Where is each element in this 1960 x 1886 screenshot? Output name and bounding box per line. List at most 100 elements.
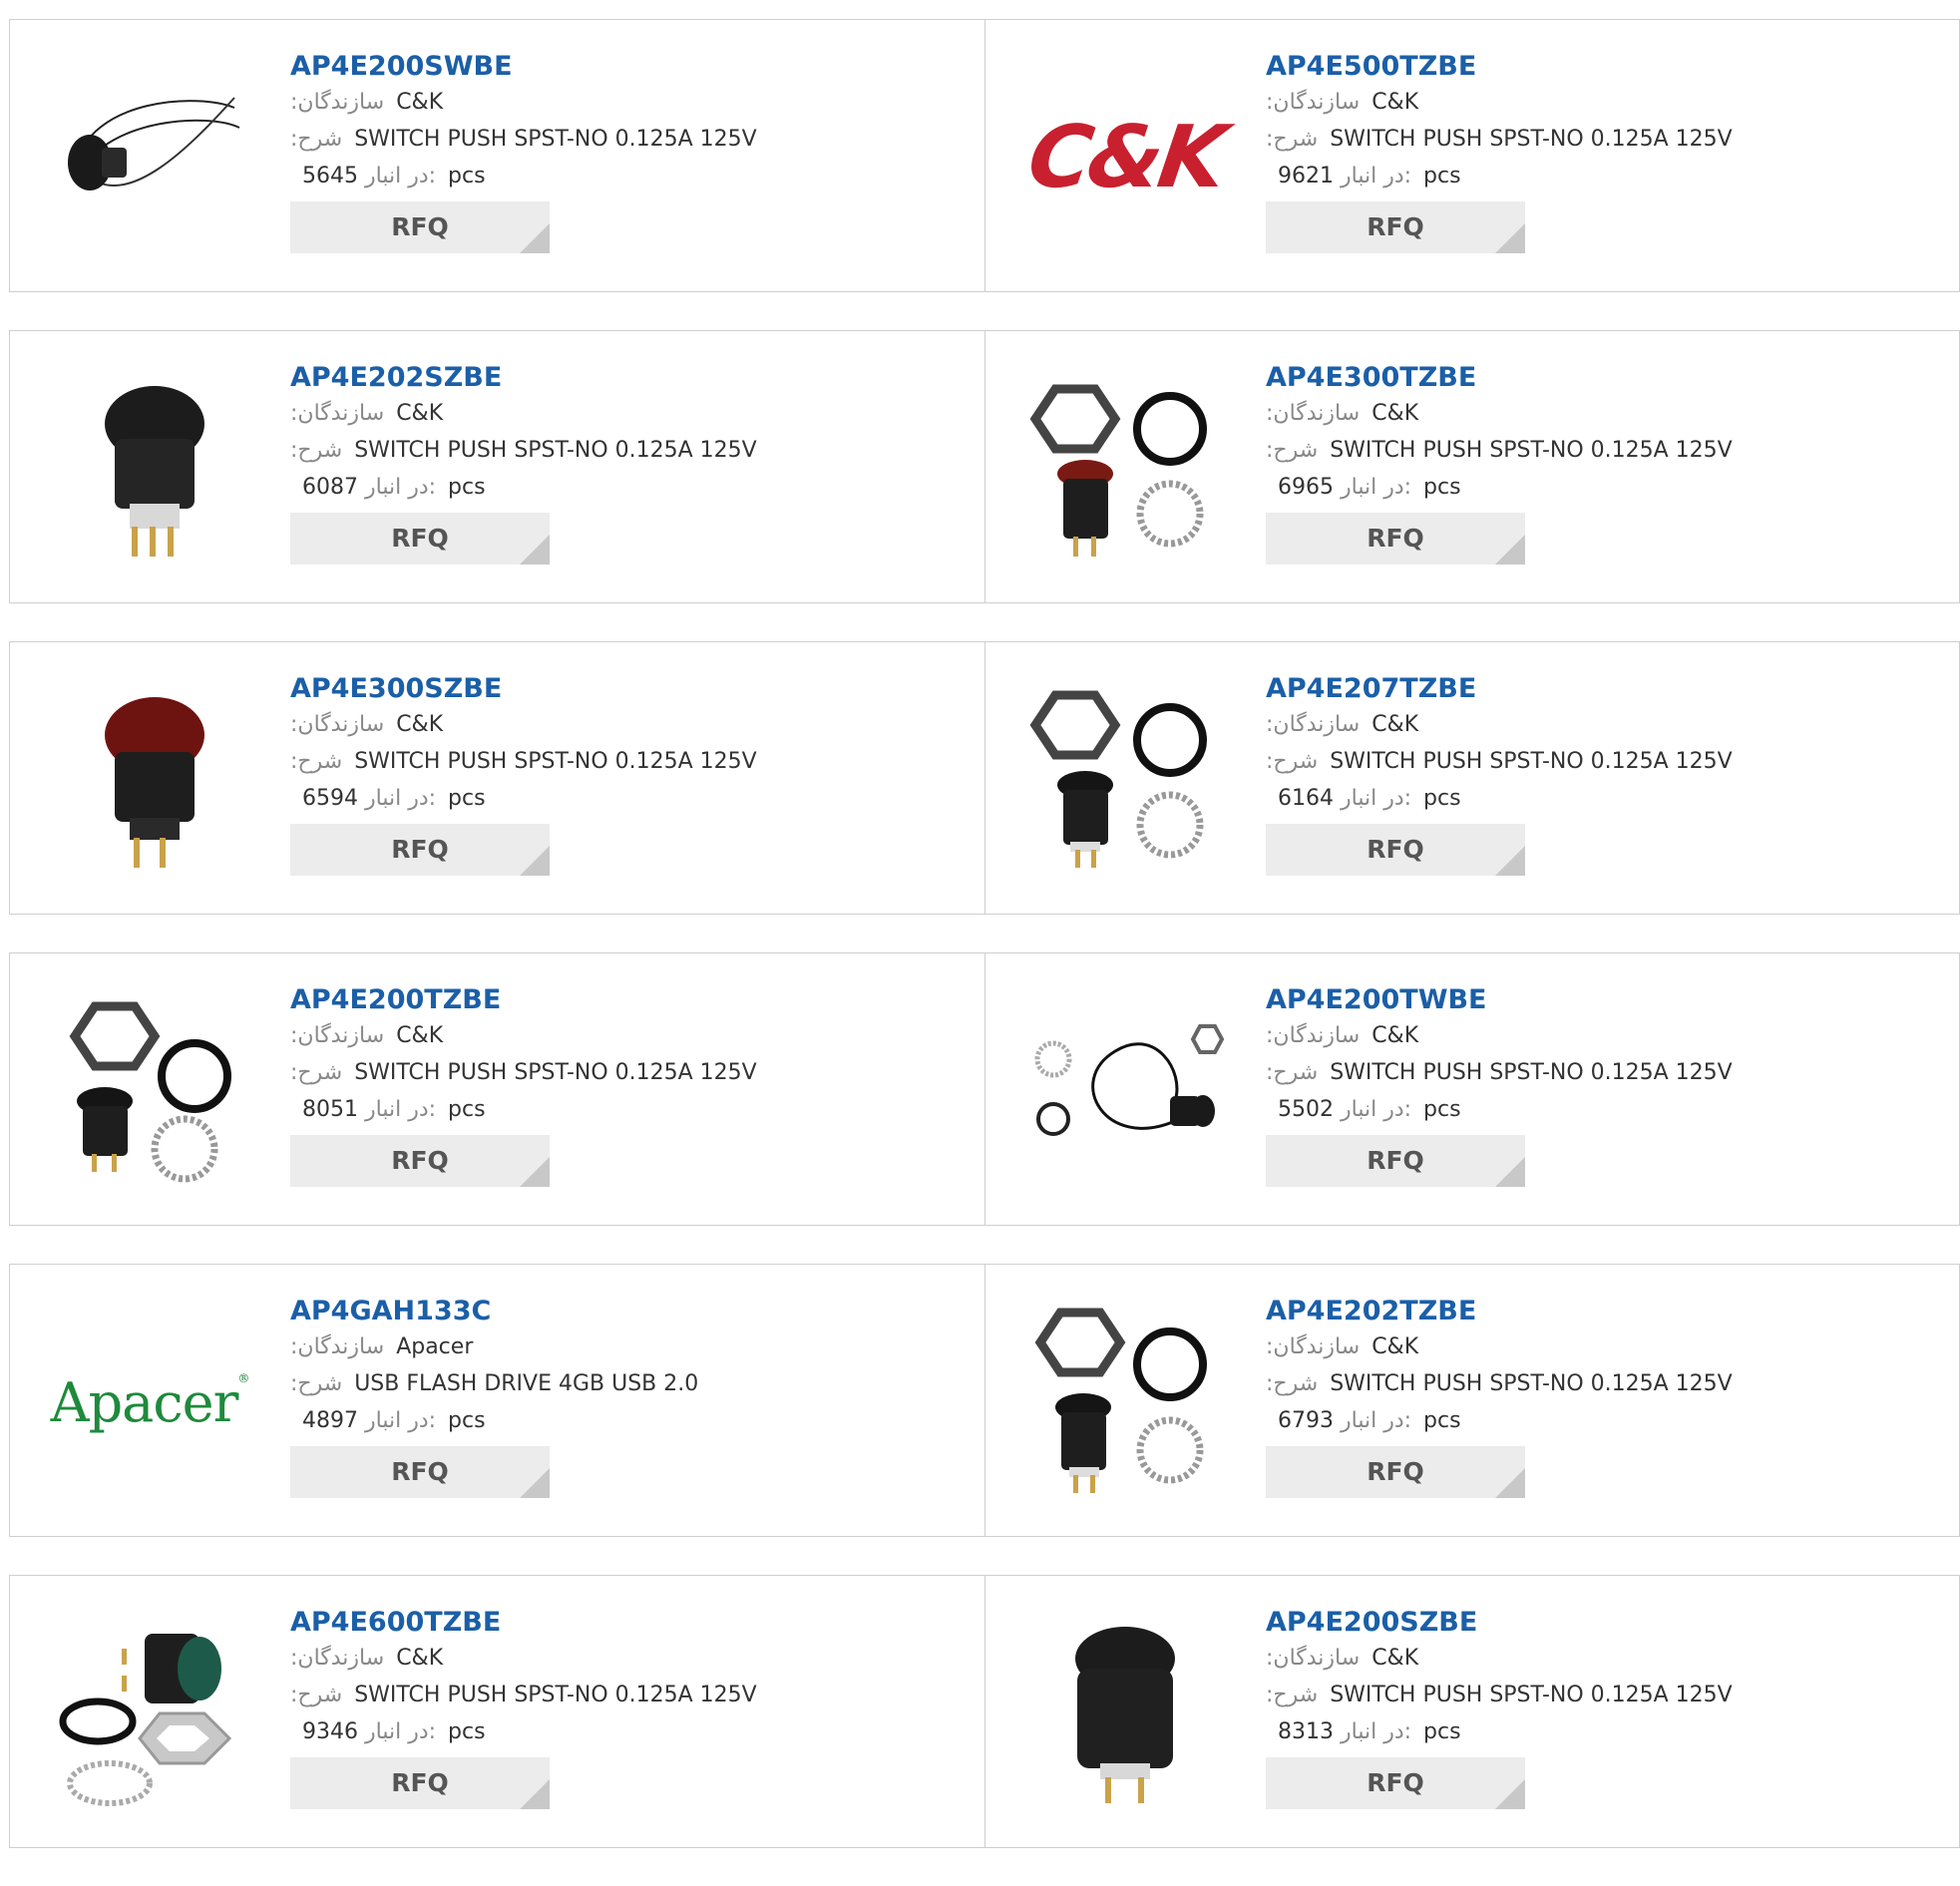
manufacturer-label: :سازندگان [1266,1023,1361,1048]
ck-logo-image[interactable]: C&K [1022,58,1229,257]
stock-line: 6965 در انبار: pcs [1266,469,1914,506]
cable-switch-image[interactable] [50,58,249,257]
rfq-button[interactable]: RFQ [1266,824,1525,876]
rfq-button[interactable]: RFQ [290,513,550,565]
stock-line: 5502 در انبار: pcs [1266,1091,1914,1128]
rfq-button[interactable]: RFQ [290,824,550,876]
stock-value: 6793 [1278,1408,1334,1433]
stock-label: در انبار: [1341,1408,1412,1433]
rfq-label: RFQ [1367,1768,1424,1797]
description-label: :شرح [290,749,343,774]
manufacturer-value: C&K [1372,1334,1419,1359]
manufacturer-line: :سازندگان C&K [1266,706,1914,743]
stock-value: 5502 [1278,1097,1334,1122]
manufacturer-line: :سازندگان C&K [290,706,939,743]
stock-label: در انبار: [365,475,437,500]
manufacturer-label: :سازندگان [1266,1646,1361,1671]
product-card: AP4E202SZBE :سازندگان C&K :شرح SWITCH PUSH… [10,331,984,602]
stock-line: 4897 در انبار: pcs [290,1402,939,1439]
manufacturer-line: :سازندگان C&K [290,1017,939,1054]
stock-unit: pcs [448,1097,486,1122]
rfq-button[interactable]: RFQ [290,201,550,253]
rfq-button[interactable]: RFQ [290,1135,550,1187]
product-name-link[interactable]: AP4E200SZBE [1266,1606,1914,1640]
corner-decoration [520,535,550,565]
rfq-label: RFQ [1367,835,1424,864]
product-name-link[interactable]: AP4E202SZBE [290,361,939,395]
stock-unit: pcs [1423,1719,1461,1744]
stock-value: 6164 [1278,786,1334,811]
rfq-button[interactable]: RFQ [290,1757,550,1809]
stock-line: 6594 در انبار: pcs [290,780,939,817]
description-line: :شرح SWITCH PUSH SPST-NO 0.125A 125V [1266,121,1914,158]
stock-line: 6793 در انبار: pcs [1266,1402,1914,1439]
product-name-link[interactable]: AP4E500TZBE [1266,50,1914,84]
black-switch-kit-image[interactable] [50,991,249,1191]
rfq-label: RFQ [1367,1457,1424,1486]
description-value: SWITCH PUSH SPST-NO 0.125A 125V [1330,1683,1733,1707]
product-info: AP4E200SWBE :سازندگان C&K :شرح SWITCH PUSH… [290,50,939,253]
product-name-link[interactable]: AP4E600TZBE [290,1606,939,1640]
rfq-button[interactable]: RFQ [1266,1135,1525,1187]
manufacturer-value: C&K [1372,712,1419,737]
stock-label: در انبار: [1341,475,1412,500]
manufacturer-line: :سازندگان C&K [1266,1328,1914,1365]
rfq-button[interactable]: RFQ [1266,201,1525,253]
corner-decoration [520,223,550,253]
manufacturer-value: C&K [396,712,444,737]
product-name-link[interactable]: AP4E200SWBE [290,50,939,84]
manufacturer-line: :سازندگان C&K [290,395,939,432]
product-name-link[interactable]: AP4E200TZBE [290,983,939,1017]
product-info: AP4GAH133C :سازندگان Apacer :شرح USB FLASH… [290,1295,939,1498]
stock-value: 8313 [1278,1719,1334,1744]
rfq-button[interactable]: RFQ [1266,1757,1525,1809]
manufacturer-label: :سازندگان [290,401,385,426]
red-pushbutton-image[interactable] [50,680,249,880]
product-name-link[interactable]: AP4E300TZBE [1266,361,1914,395]
black-pushbutton-image[interactable] [1025,1614,1225,1813]
stock-line: 9621 در انبار: pcs [1266,158,1914,194]
corner-decoration [1495,1468,1525,1498]
description-value: SWITCH PUSH SPST-NO 0.125A 125V [1330,749,1733,774]
stock-label: در انبار: [365,1408,437,1433]
product-name-link[interactable]: AP4E300SZBE [290,672,939,706]
stock-label: در انبار: [1341,1097,1412,1122]
corner-decoration [1495,1157,1525,1187]
description-value: USB FLASH DRIVE 4GB USB 2.0 [354,1371,699,1396]
product-name-link[interactable]: AP4E202TZBE [1266,1295,1914,1328]
product-name-link[interactable]: AP4E207TZBE [1266,672,1914,706]
apacer-logo-image[interactable]: Apacer® [50,1303,250,1502]
stock-label: در انبار: [1341,1719,1412,1744]
stock-line: 5645 در انبار: pcs [290,158,939,194]
manufacturer-label: :سازندگان [1266,712,1361,737]
description-label: :شرح [290,1060,343,1085]
product-card: AP4E202TZBE :سازندگان C&K :شرح SWITCH PUSH… [984,1265,1959,1536]
description-line: :شرح SWITCH PUSH SPST-NO 0.125A 125V [290,1054,939,1091]
description-line: :شرح SWITCH PUSH SPST-NO 0.125A 125V [290,121,939,158]
product-card: AP4E200SZBE :سازندگان C&K :شرح SWITCH PUSH… [984,1576,1959,1847]
rfq-label: RFQ [391,524,449,553]
description-label: :شرح [290,438,343,463]
product-info: AP4E200SZBE :سازندگان C&K :شرح SWITCH PUSH… [1266,1606,1914,1809]
description-label: :شرح [290,127,343,152]
description-label: :شرح [290,1371,343,1396]
stock-label: در انبار: [365,786,437,811]
corner-decoration [520,1468,550,1498]
black-pushbutton-image[interactable] [50,369,249,568]
stock-value: 8051 [302,1097,358,1122]
product-card: Apacer® AP4GAH133C :سازندگان Apacer :شرح U… [10,1265,984,1536]
rfq-button[interactable]: RFQ [1266,1446,1525,1498]
product-name-link[interactable]: AP4GAH133C [290,1295,939,1328]
black-switch-kit-image[interactable] [1025,1303,1225,1502]
cable-switch-kit-image[interactable] [1025,991,1225,1191]
black-switch-kit-image[interactable] [1025,680,1225,880]
green-switch-kit-image[interactable] [50,1614,249,1813]
manufacturer-label: :سازندگان [1266,90,1361,115]
rfq-button[interactable]: RFQ [1266,513,1525,565]
rfq-button[interactable]: RFQ [290,1446,550,1498]
manufacturer-line: :سازندگان C&K [1266,1640,1914,1677]
manufacturer-label: :سازندگان [290,712,385,737]
product-name-link[interactable]: AP4E200TWBE [1266,983,1914,1017]
stock-line: 6087 در انبار: pcs [290,469,939,506]
red-switch-kit-image[interactable] [1025,369,1225,568]
